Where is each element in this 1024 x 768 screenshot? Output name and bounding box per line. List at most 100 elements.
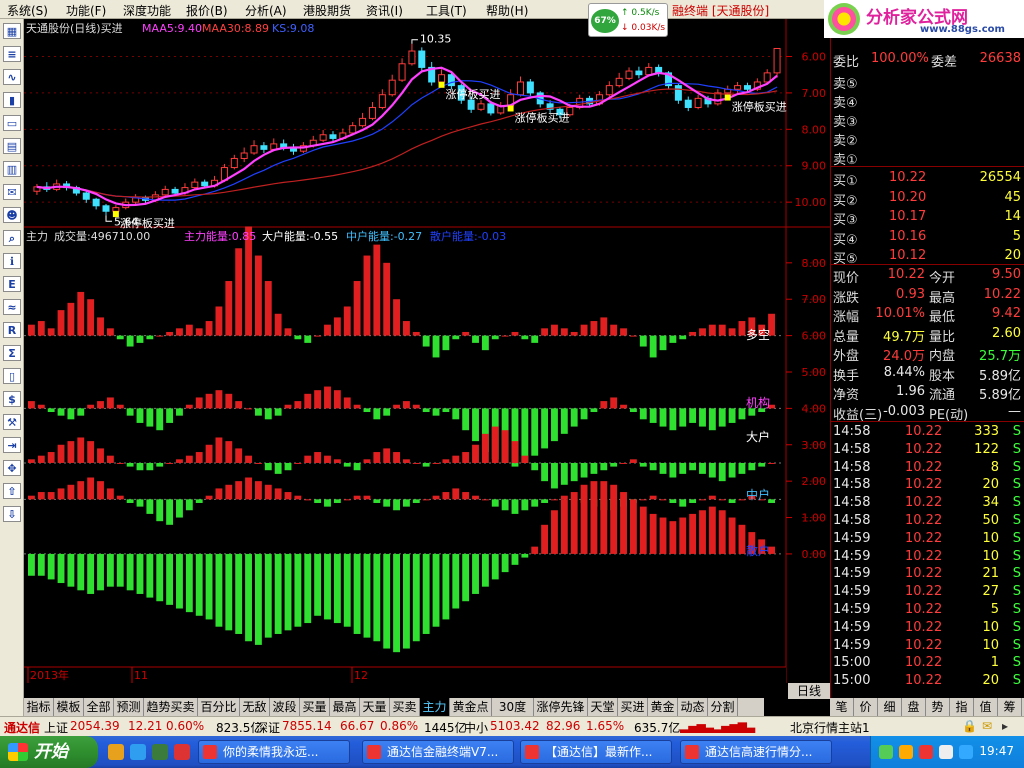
- exit-icon[interactable]: ⇥: [3, 437, 21, 453]
- tab-16[interactable]: 天堂: [588, 698, 618, 716]
- chart-area[interactable]: 10.00 9.00 8.00 7.00 6.00 涨停板买进 涨停板买进 涨停板买进 涨停板买…: [24, 19, 830, 683]
- tray-security-icon[interactable]: [899, 745, 913, 759]
- tab-10[interactable]: 天量: [360, 698, 390, 716]
- tab-11[interactable]: 买卖: [390, 698, 420, 716]
- tab-19[interactable]: 动态: [678, 698, 708, 716]
- menu-item-1[interactable]: 功能(F): [66, 2, 106, 19]
- indicator-bar: [452, 455, 460, 463]
- tdx-icon[interactable]: [174, 744, 190, 760]
- sh-change: 12.21: [128, 719, 163, 733]
- wave-icon[interactable]: ≈: [3, 299, 21, 315]
- quote-tab-6[interactable]: 值: [974, 698, 998, 716]
- start-button[interactable]: 开始: [0, 736, 98, 768]
- quote-tab-5[interactable]: 指: [950, 698, 974, 716]
- list-icon[interactable]: ≡: [3, 46, 21, 62]
- info-icon[interactable]: ℹ: [3, 253, 21, 269]
- tray-network-icon[interactable]: [939, 745, 953, 759]
- rsi-icon[interactable]: R: [3, 322, 21, 338]
- tab-7[interactable]: 波段: [270, 698, 300, 716]
- lock-icon[interactable]: 🔒: [962, 719, 977, 733]
- grid-icon[interactable]: ▦: [3, 23, 21, 39]
- indicator-bar: [126, 499, 134, 503]
- tab-17[interactable]: 买进: [618, 698, 648, 716]
- bell-icon[interactable]: ✉: [982, 719, 992, 733]
- indicator-bar: [442, 553, 450, 620]
- taskbar-task-2[interactable]: 【通达信】最新作...: [520, 740, 672, 764]
- desktop-icon[interactable]: [152, 744, 168, 760]
- menu-item-2[interactable]: 深度功能: [123, 2, 171, 19]
- scroll-icon[interactable]: ▸: [1002, 719, 1008, 733]
- tray-speaker-icon[interactable]: [919, 745, 933, 759]
- indicator-bar: [393, 452, 400, 463]
- window-icon[interactable]: ▭: [3, 115, 21, 131]
- indicator-bar: [738, 408, 746, 420]
- tab-8[interactable]: 买量: [300, 698, 330, 716]
- tray-chat-icon[interactable]: [879, 745, 893, 759]
- menu-item-6[interactable]: 资讯(I): [366, 2, 403, 19]
- arrow-up-icon[interactable]: ⇧: [3, 483, 21, 499]
- eit-icon[interactable]: E: [3, 276, 21, 292]
- tab-5[interactable]: 百分比: [198, 698, 240, 716]
- quote-tab-7[interactable]: 筹: [998, 698, 1022, 716]
- menu-item-4[interactable]: 分析(A): [245, 2, 287, 19]
- move-icon[interactable]: ✥: [3, 460, 21, 476]
- menu-item-7[interactable]: 工具(T): [426, 2, 467, 19]
- qq-icon[interactable]: [130, 744, 146, 760]
- tab-18[interactable]: 黄金: [648, 698, 678, 716]
- dollar-icon[interactable]: $: [3, 391, 21, 407]
- tick-row: 14:59 10.22 27 S: [831, 583, 1024, 601]
- menu-item-5[interactable]: 港股期货: [303, 2, 351, 19]
- ie-icon[interactable]: [108, 744, 124, 760]
- tray-shield-icon[interactable]: [959, 745, 973, 759]
- server-name[interactable]: 北京行情主站1: [790, 719, 870, 736]
- tab-3[interactable]: 预测: [114, 698, 144, 716]
- wrench-icon[interactable]: ⚒: [3, 414, 21, 430]
- users-icon[interactable]: ☻: [3, 207, 21, 223]
- tab-0[interactable]: 指标: [24, 698, 54, 716]
- tab-15[interactable]: 涨停先锋: [534, 698, 588, 716]
- quote-tab-2[interactable]: 细: [878, 698, 902, 716]
- indicator-bar: [659, 517, 667, 554]
- row-label: 多空: [746, 328, 770, 342]
- chart-svg[interactable]: 10.009.008.007.006.00涨停板买进涨停板买进涨停板买进涨停板买…: [24, 19, 830, 683]
- tick-price: 10.22: [905, 424, 943, 439]
- tab-1[interactable]: 模板: [54, 698, 84, 716]
- quote-tab-3[interactable]: 盘: [902, 698, 926, 716]
- search-doc-icon[interactable]: ⌕: [3, 230, 21, 246]
- stats-icon[interactable]: Σ: [3, 345, 21, 361]
- tab-9[interactable]: 最高: [330, 698, 360, 716]
- menu-item-8[interactable]: 帮助(H): [486, 2, 528, 19]
- menu-item-0[interactable]: 系统(S): [7, 2, 48, 19]
- line-chart-icon[interactable]: ∿: [3, 69, 21, 85]
- tab-4[interactable]: 趋势买卖: [144, 698, 198, 716]
- tab-13[interactable]: 黄金点: [450, 698, 492, 716]
- mail-icon[interactable]: ✉: [3, 184, 21, 200]
- candle-chart-icon[interactable]: ▮: [3, 92, 21, 108]
- indicator-bar: [491, 335, 499, 340]
- stat-value: 1.96: [896, 384, 925, 399]
- indicator-bar: [748, 462, 756, 471]
- bars-icon[interactable]: ▯: [3, 368, 21, 384]
- report-icon[interactable]: ▥: [3, 161, 21, 177]
- quote-tab-0[interactable]: 笔: [830, 698, 854, 716]
- taskbar-task-1[interactable]: 通达信金融终端V7...: [362, 740, 514, 764]
- tab-12[interactable]: 主力: [420, 698, 450, 716]
- tab-14[interactable]: 30度: [492, 698, 534, 716]
- quote-tab-1[interactable]: 价: [854, 698, 878, 716]
- taskbar-task-3[interactable]: 通达信高速行情分...: [680, 740, 832, 764]
- network-speed-widget[interactable]: 67% ↑ 0.5K/s ↓ 0.03K/s: [588, 3, 668, 37]
- quote-tab-4[interactable]: 势: [926, 698, 950, 716]
- logo-url: www.88gs.com: [920, 24, 1005, 35]
- indicator-bar: [501, 430, 509, 463]
- taskbar-task-0[interactable]: 你的柔情我永远...: [198, 740, 350, 764]
- period-selector[interactable]: 日线: [788, 683, 830, 699]
- indicator-bar: [185, 499, 193, 511]
- indicator-bar: [363, 459, 371, 463]
- tab-2[interactable]: 全部: [84, 698, 114, 716]
- arrow-down-icon[interactable]: ⇩: [3, 506, 21, 522]
- table-icon[interactable]: ▤: [3, 138, 21, 154]
- indicator-bar: [274, 462, 282, 474]
- tab-6[interactable]: 无敌: [240, 698, 270, 716]
- tab-20[interactable]: 分割: [708, 698, 738, 716]
- menu-item-3[interactable]: 报价(B): [186, 2, 228, 19]
